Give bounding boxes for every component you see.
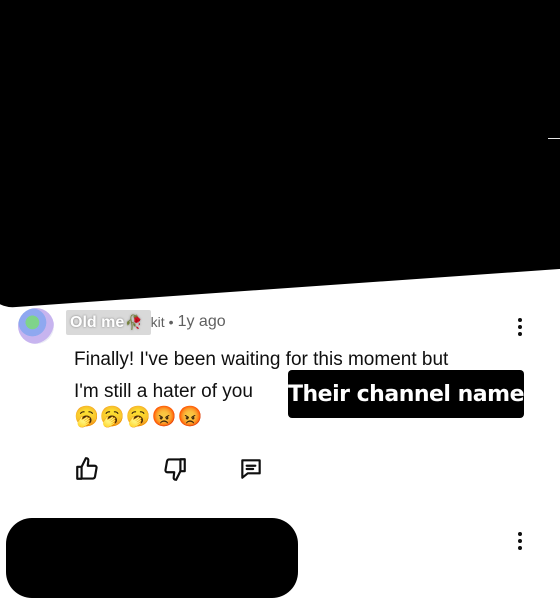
comment-text-line2: I'm still a hater of you [74,381,253,402]
meta-separator: • [168,314,174,330]
author-name-tail[interactable]: kit [151,314,165,330]
reply-icon [241,459,261,479]
author-sticker-text: Old me [70,313,125,331]
comment-actions [0,450,560,486]
author-name-sticker[interactable]: Old me🥀 [66,309,151,335]
next-comment-card[interactable] [6,518,298,598]
video-thumbnail-card[interactable] [0,0,560,310]
reply-button[interactable] [236,454,266,484]
rose-icon: 🥀 [125,313,143,330]
channel-name-sticker: Their channel name [288,370,525,418]
divider [548,138,560,139]
emoji-row: 🥱🥱🥱😡😡 [74,406,204,428]
kebab-icon[interactable] [516,318,524,338]
like-button[interactable] [72,454,102,484]
kebab-icon[interactable] [516,532,524,552]
comment-meta: Old me🥀 kit • 1y ago [66,309,226,335]
thumb-down-icon [164,458,186,481]
thumb-up-icon [76,457,98,480]
avatar[interactable] [18,308,54,344]
dislike-button[interactable] [160,454,190,484]
comment-text-line1: Finally! I've been waiting for this mome… [74,349,449,370]
comment-age: 1y ago [177,313,226,330]
